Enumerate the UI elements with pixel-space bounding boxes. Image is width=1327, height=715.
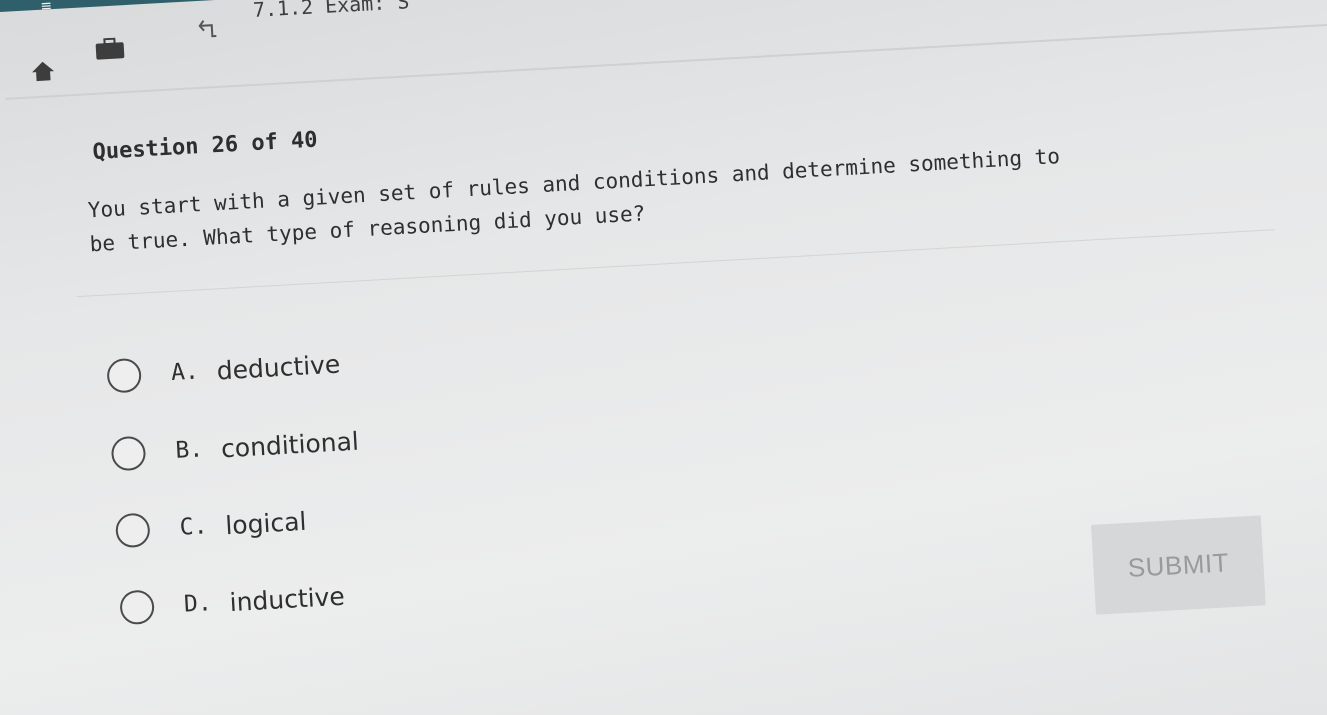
option-text: logical [224,506,308,540]
screen: ≡ 7.1.2 Exam: S Question 26 of 40 You st… [0,0,1327,715]
submit-button[interactable]: SUBMIT [1091,515,1266,615]
radio-button[interactable] [110,435,147,472]
home-icon[interactable] [29,59,56,82]
option-b[interactable]: B. conditional [110,419,360,477]
radio-button[interactable] [114,512,151,549]
back-arrow-icon[interactable] [197,18,218,39]
option-c[interactable]: C. logical [114,499,308,554]
option-letter: A. [170,358,200,387]
radio-button[interactable] [119,589,156,626]
option-letter: B. [174,436,204,464]
option-a[interactable]: A. deductive [106,342,341,399]
option-letter: C. [179,513,209,541]
breadcrumb: 7.1.2 Exam: S [252,0,410,22]
option-text: conditional [220,426,360,463]
briefcase-icon[interactable] [94,37,125,61]
option-letter: D. [183,590,213,618]
question-number: Question 26 of 40 [91,127,319,166]
radio-button[interactable] [106,357,143,394]
option-text: inductive [228,581,346,617]
hamburger-menu-icon[interactable]: ≡ [40,0,63,15]
exam-page: ≡ 7.1.2 Exam: S Question 26 of 40 You st… [0,0,1327,714]
option-d[interactable]: D. inductive [119,574,346,630]
option-text: deductive [215,349,341,385]
